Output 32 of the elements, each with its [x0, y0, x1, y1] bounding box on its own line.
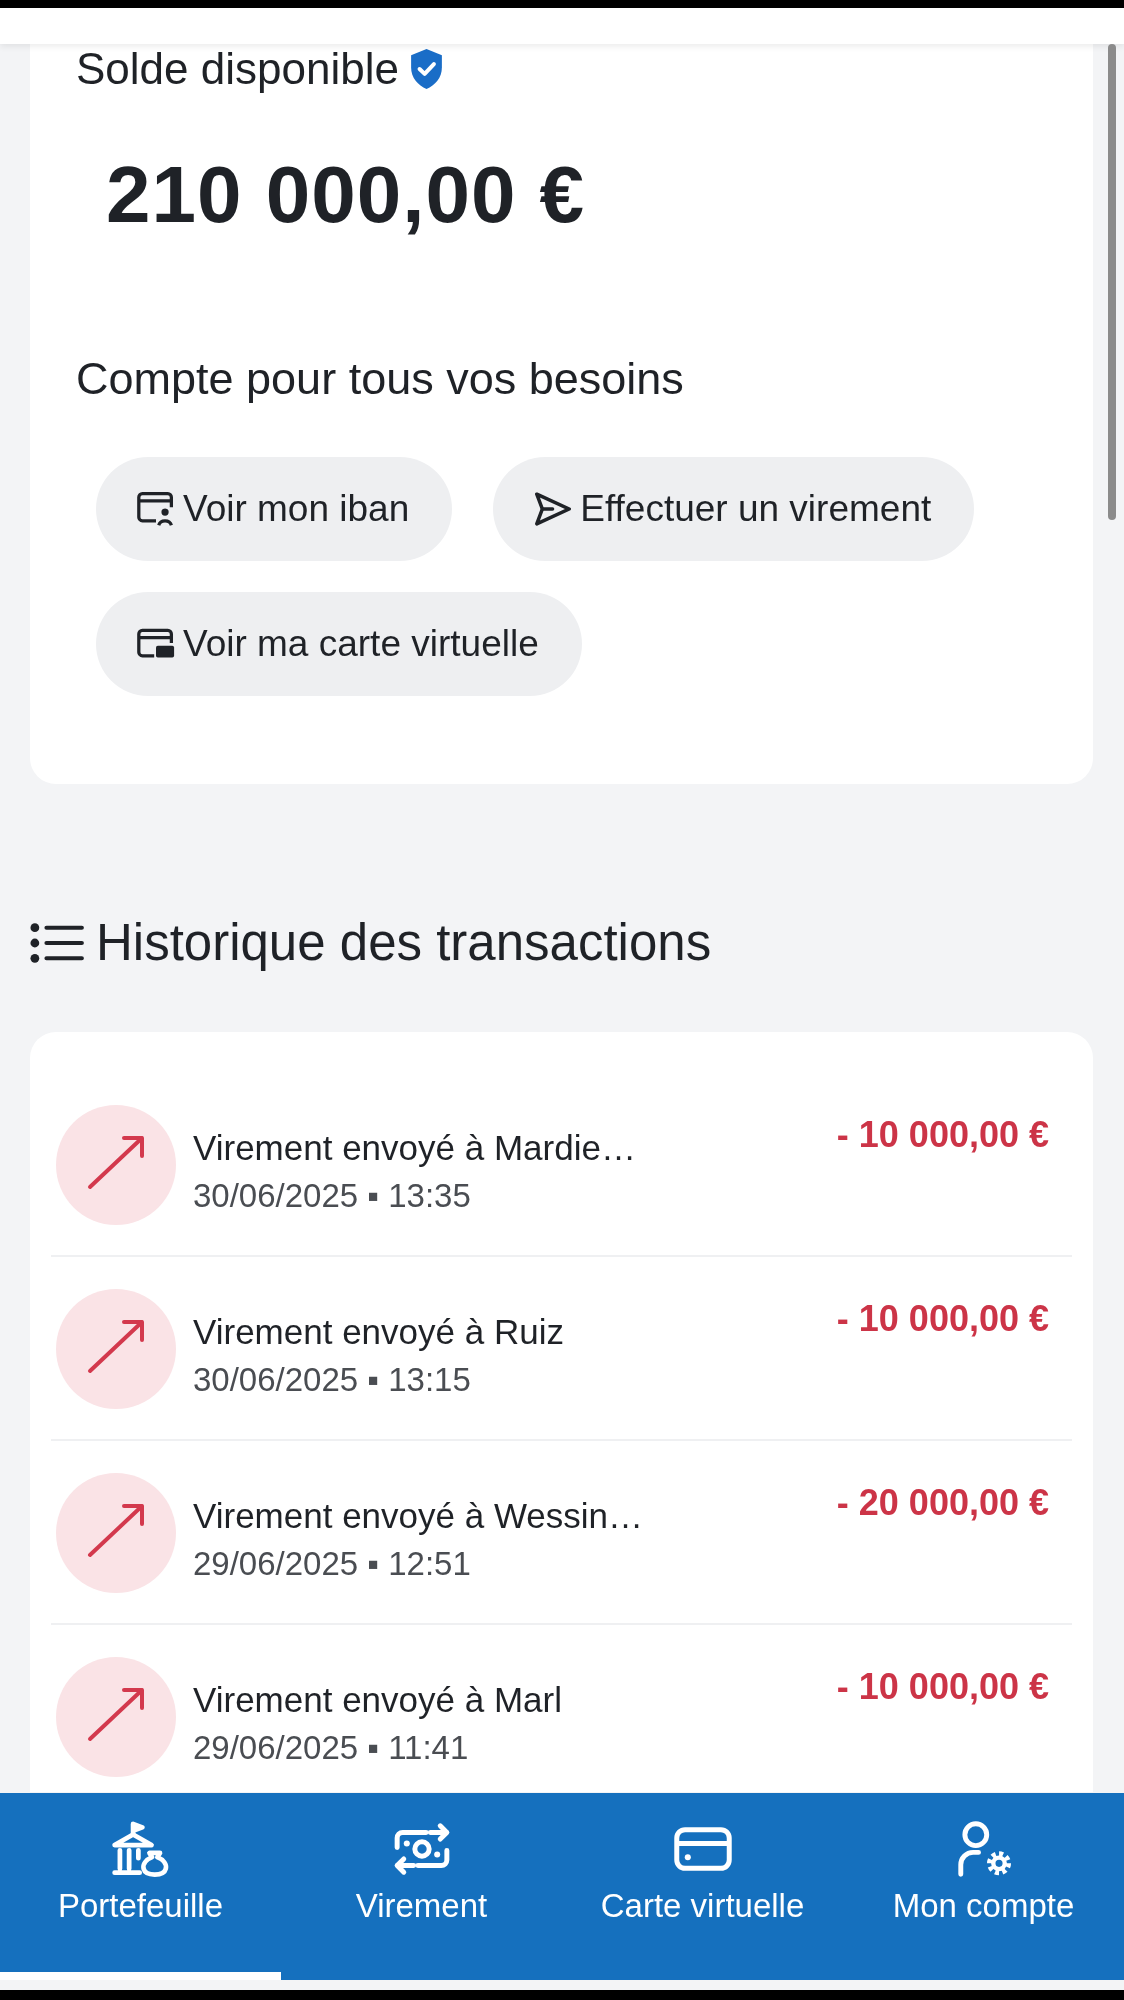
account-title: Compte pour tous vos besoins: [76, 354, 685, 404]
nav-tab[interactable]: Virement: [281, 1793, 562, 1980]
nav-tab[interactable]: Mon compte: [843, 1793, 1124, 1980]
transaction-title: Virement envoyé à Ruiz: [193, 1311, 564, 1353]
transaction-amount: - 10 000,00 €: [836, 1116, 1049, 1154]
transaction-title: Virement envoyé à Wessin…: [193, 1495, 644, 1537]
nav-tab[interactable]: Carte virtuelle: [562, 1793, 843, 1980]
transaction-row[interactable]: Virement envoyé à Wessin… 29/06/2025 ▪ 12:51 - 20 000,00 €: [51, 1441, 1072, 1625]
bank-bag-icon: [111, 1821, 170, 1877]
money-transfer-icon: [392, 1821, 451, 1877]
transaction-amount: - 20 000,00 €: [836, 1484, 1049, 1522]
transaction-date: 30/06/2025 ▪ 13:35: [193, 1176, 471, 1216]
balance-label: Solde disponible: [76, 44, 399, 94]
send-transfer-button[interactable]: Effectuer un virement: [493, 457, 975, 561]
history-title: Historique des transactions: [96, 913, 712, 973]
transaction-date: 29/06/2025 ▪ 11:41: [193, 1728, 469, 1768]
transaction-row[interactable]: Virement envoyé à Mardie… 30/06/2025 ▪ 13:35 - 10 000,00 €: [51, 1073, 1072, 1257]
transaction-amount: - 10 000,00 €: [836, 1668, 1049, 1706]
transaction-row[interactable]: Virement envoyé à Marl 29/06/2025 ▪ 11:41 - 10 000,00 €: [51, 1625, 1072, 1792]
transaction-date: 29/06/2025 ▪ 12:51: [193, 1544, 471, 1584]
balance-amount: 210 000,00 €: [106, 151, 587, 239]
view-iban-button[interactable]: Voir mon iban: [96, 457, 453, 561]
list-icon: [30, 922, 84, 964]
view-card-button[interactable]: Voir ma carte virtuelle: [96, 592, 582, 696]
transaction-title: Virement envoyé à Mardie…: [193, 1127, 636, 1169]
transaction-title: Virement envoyé à Marl: [193, 1679, 562, 1721]
transaction-amount: - 10 000,00 €: [836, 1300, 1049, 1338]
transaction-row[interactable]: Virement envoyé à Ruiz 30/06/2025 ▪ 13:15 - 10 000,00 €: [51, 1257, 1072, 1441]
transaction-date: 30/06/2025 ▪ 13:15: [193, 1360, 471, 1400]
card-user-icon: [137, 491, 175, 527]
paper-plane-icon: [534, 491, 573, 527]
nav-tab[interactable]: Portefeuille: [0, 1793, 281, 1980]
